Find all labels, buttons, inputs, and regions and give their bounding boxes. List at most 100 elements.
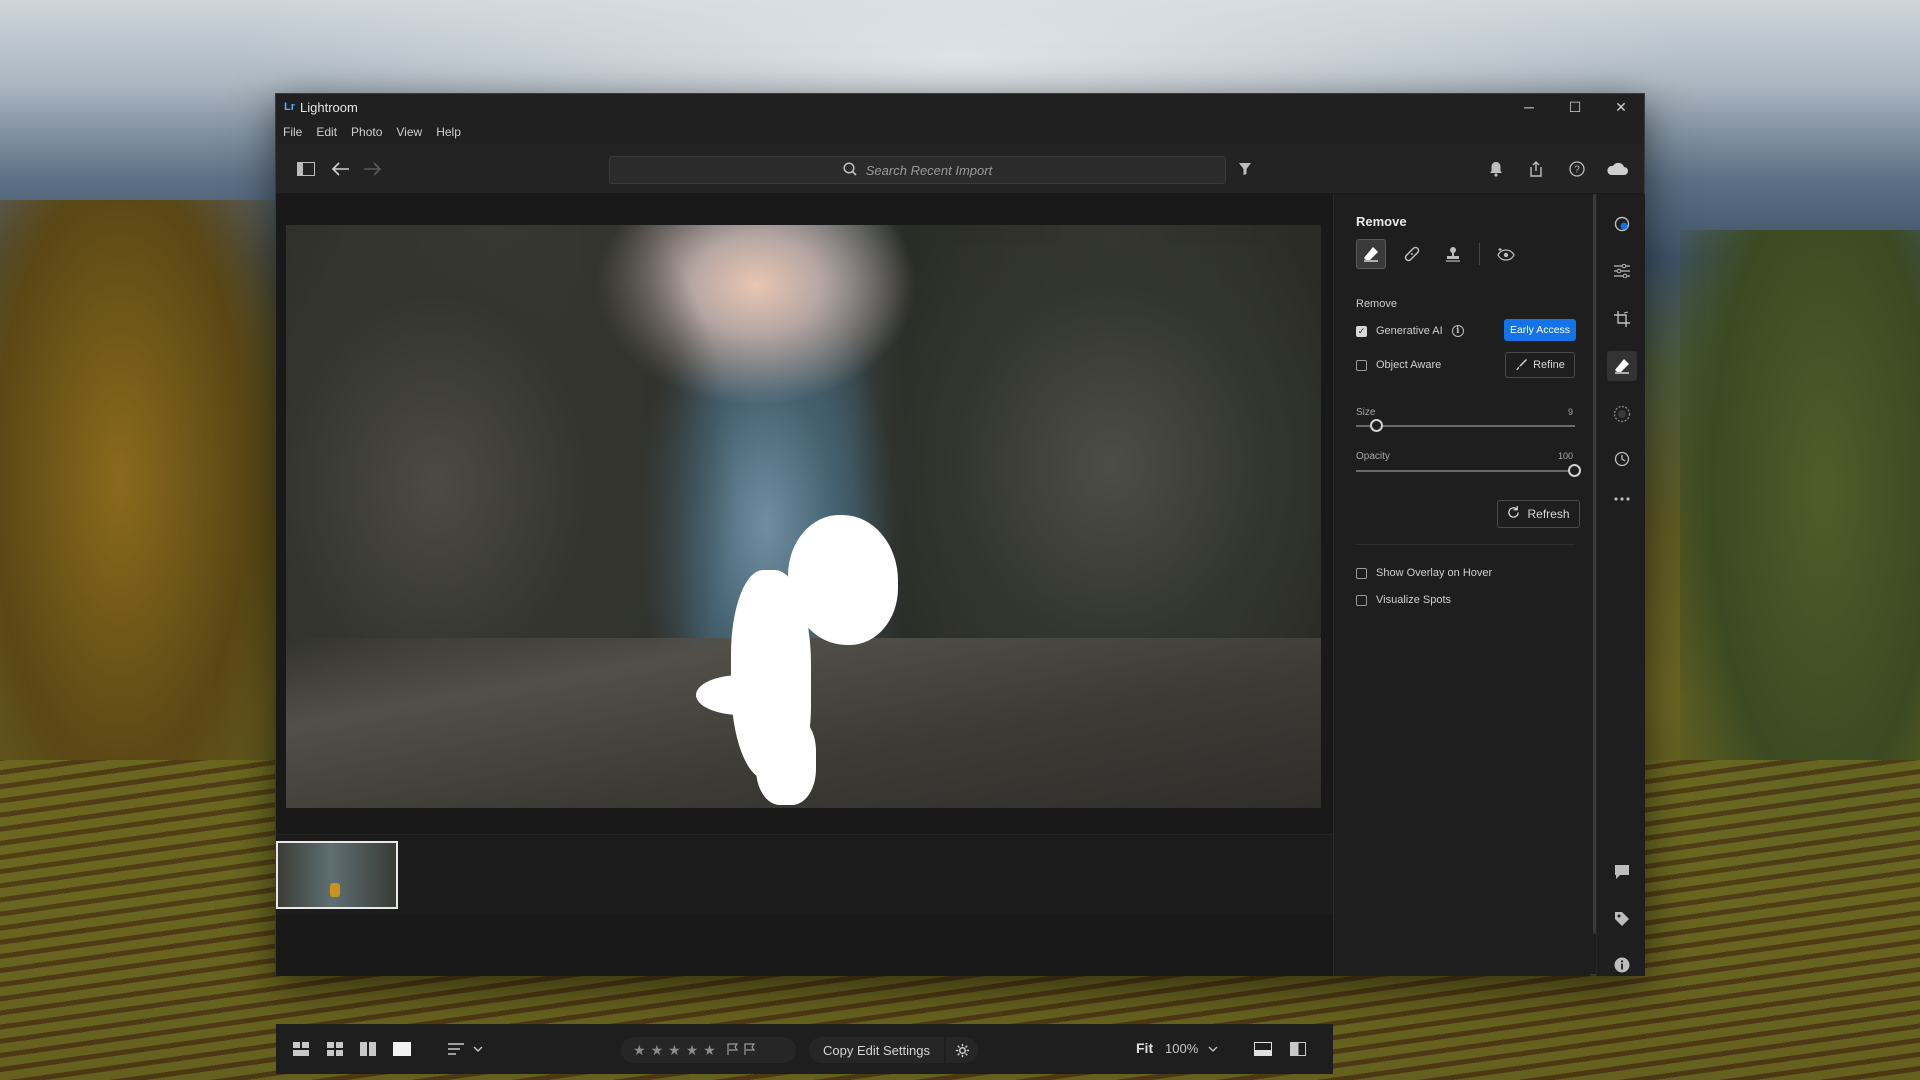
keyword-tag-icon[interactable] (1607, 904, 1637, 934)
star-rating-1[interactable]: ★ (633, 1042, 646, 1059)
generative-ai-label: Generative AI (1376, 325, 1443, 337)
window-title: Lightroom (300, 99, 358, 115)
color-profile-icon[interactable] (1607, 209, 1637, 239)
search-placeholder: Search Recent Import (865, 162, 993, 178)
checkbox-checked[interactable]: ✓ (1356, 325, 1367, 337)
opacity-slider-track[interactable] (1356, 470, 1575, 472)
size-slider-value[interactable]: 9 (1568, 407, 1573, 417)
checkbox-unchecked[interactable] (1356, 567, 1367, 579)
detail-view-icon[interactable] (391, 1038, 413, 1060)
back-arrow-icon[interactable] (328, 156, 354, 182)
chevron-down-icon[interactable] (1206, 1041, 1220, 1057)
refine-button[interactable]: Refine (1505, 352, 1575, 378)
before-after-icon[interactable] (1286, 1038, 1310, 1060)
red-eye-icon[interactable] (1491, 239, 1521, 269)
masking-icon[interactable] (1607, 399, 1637, 429)
opacity-slider-value[interactable]: 100 (1558, 451, 1573, 461)
tool-separator (1479, 243, 1480, 265)
lightroom-window: Lr Lightroom ─ ☐ ✕ File Edit Photo View … (275, 93, 1645, 1074)
remove-section-title: Remove (1356, 298, 1397, 310)
filter-icon[interactable] (1232, 156, 1258, 182)
title-bar: Lr Lightroom ─ ☐ ✕ (276, 94, 1644, 120)
share-icon[interactable] (1523, 156, 1549, 182)
lightroom-logo-icon: Lr (284, 101, 295, 113)
opacity-slider-label: Opacity (1356, 451, 1390, 462)
menu-help[interactable]: Help (436, 125, 461, 139)
flag-pick-icon[interactable] (727, 1042, 739, 1058)
zoom-fit-label[interactable]: Fit (1136, 1040, 1153, 1056)
photo-preview[interactable] (286, 225, 1321, 808)
checkbox-unchecked[interactable] (1356, 594, 1367, 606)
top-toolbar: Search Recent Import ? (276, 144, 1644, 194)
cloud-icon[interactable] (1604, 156, 1630, 182)
remove-mask-stroke (756, 715, 816, 805)
menu-file[interactable]: File (283, 125, 302, 139)
star-rating-3[interactable]: ★ (668, 1042, 681, 1059)
search-input[interactable]: Search Recent Import (609, 156, 1226, 184)
brush-icon (1515, 358, 1528, 373)
gear-icon[interactable] (946, 1037, 978, 1063)
edit-sliders-icon[interactable] (1607, 256, 1637, 286)
bell-icon[interactable] (1483, 156, 1509, 182)
checkbox-unchecked[interactable] (1356, 359, 1367, 371)
zoom-level-dropdown[interactable]: 100% (1165, 1041, 1198, 1056)
opacity-slider-thumb[interactable] (1568, 464, 1581, 477)
filmstrip-thumbnail[interactable] (276, 841, 398, 909)
show-overlay-checkbox[interactable]: Show Overlay on Hover (1356, 567, 1492, 579)
refresh-label: Refresh (1527, 507, 1570, 521)
show-overlay-label: Show Overlay on Hover (1376, 567, 1493, 579)
photo-canvas-area: ★ ★ ★ ★ ★ Copy Edit Settings Fit 100% (276, 194, 1333, 1074)
sidebar-toggle-icon[interactable] (293, 156, 319, 182)
right-tool-rail (1596, 194, 1645, 976)
info-icon[interactable] (1607, 950, 1637, 980)
visualize-spots-checkbox[interactable]: Visualize Spots (1356, 594, 1451, 606)
flag-reject-icon[interactable] (744, 1042, 756, 1058)
refresh-button[interactable]: Refresh (1497, 500, 1580, 528)
grid-large-icon[interactable] (290, 1038, 312, 1060)
crop-icon[interactable] (1607, 304, 1637, 334)
compare-icon[interactable] (357, 1038, 379, 1060)
history-icon[interactable] (1607, 444, 1637, 474)
star-rating-2[interactable]: ★ (651, 1042, 664, 1059)
menu-edit[interactable]: Edit (316, 125, 337, 139)
star-rating-5[interactable]: ★ (703, 1042, 716, 1059)
panel-divider (1356, 544, 1575, 545)
clone-stamp-icon[interactable] (1438, 239, 1468, 269)
filmstrip-toggle-icon[interactable] (1251, 1038, 1275, 1060)
menu-bar: File Edit Photo View Help (276, 120, 1644, 144)
remove-eraser-icon[interactable] (1607, 351, 1637, 381)
remove-eraser-icon[interactable] (1356, 239, 1386, 269)
rating-flag-group: ★ ★ ★ ★ ★ (621, 1037, 796, 1063)
generative-ai-checkbox[interactable]: ✓ Generative AI i (1356, 325, 1464, 337)
more-icon[interactable] (1607, 484, 1637, 514)
search-icon (843, 161, 857, 179)
thumbnail-subject (330, 883, 340, 897)
menu-photo[interactable]: Photo (351, 125, 382, 139)
star-rating-4[interactable]: ★ (686, 1042, 699, 1059)
sort-icon[interactable] (444, 1038, 488, 1060)
copy-edit-settings-button[interactable]: Copy Edit Settings (809, 1037, 944, 1063)
remove-mask-stroke (696, 675, 786, 715)
heal-bandage-icon[interactable] (1397, 239, 1427, 269)
size-slider-thumb[interactable] (1370, 419, 1383, 432)
info-icon[interactable]: i (1451, 325, 1464, 337)
menu-view[interactable]: View (396, 125, 422, 139)
bottom-toolbar: ★ ★ ★ ★ ★ Copy Edit Settings Fit 100% (276, 1024, 1333, 1074)
grid-small-icon[interactable] (324, 1038, 346, 1060)
remove-panel: Remove Remove ✓ Generative AI i Early Ac… (1333, 194, 1590, 976)
size-slider-track[interactable] (1356, 425, 1575, 427)
filmstrip (276, 834, 1333, 914)
minimize-button[interactable]: ─ (1506, 94, 1552, 120)
close-button[interactable]: ✕ (1598, 94, 1644, 120)
forward-arrow-icon[interactable] (359, 156, 385, 182)
refresh-icon (1507, 506, 1520, 522)
early-access-button[interactable]: Early Access (1504, 319, 1576, 341)
maximize-button[interactable]: ☐ (1552, 94, 1598, 120)
panel-title: Remove (1356, 214, 1407, 229)
object-aware-checkbox[interactable]: Object Aware (1356, 359, 1441, 371)
comment-icon[interactable] (1607, 857, 1637, 887)
refine-label: Refine (1533, 359, 1565, 371)
svg-text:?: ? (1574, 165, 1580, 176)
remove-tool-row (1356, 239, 1532, 269)
help-icon[interactable]: ? (1564, 156, 1590, 182)
